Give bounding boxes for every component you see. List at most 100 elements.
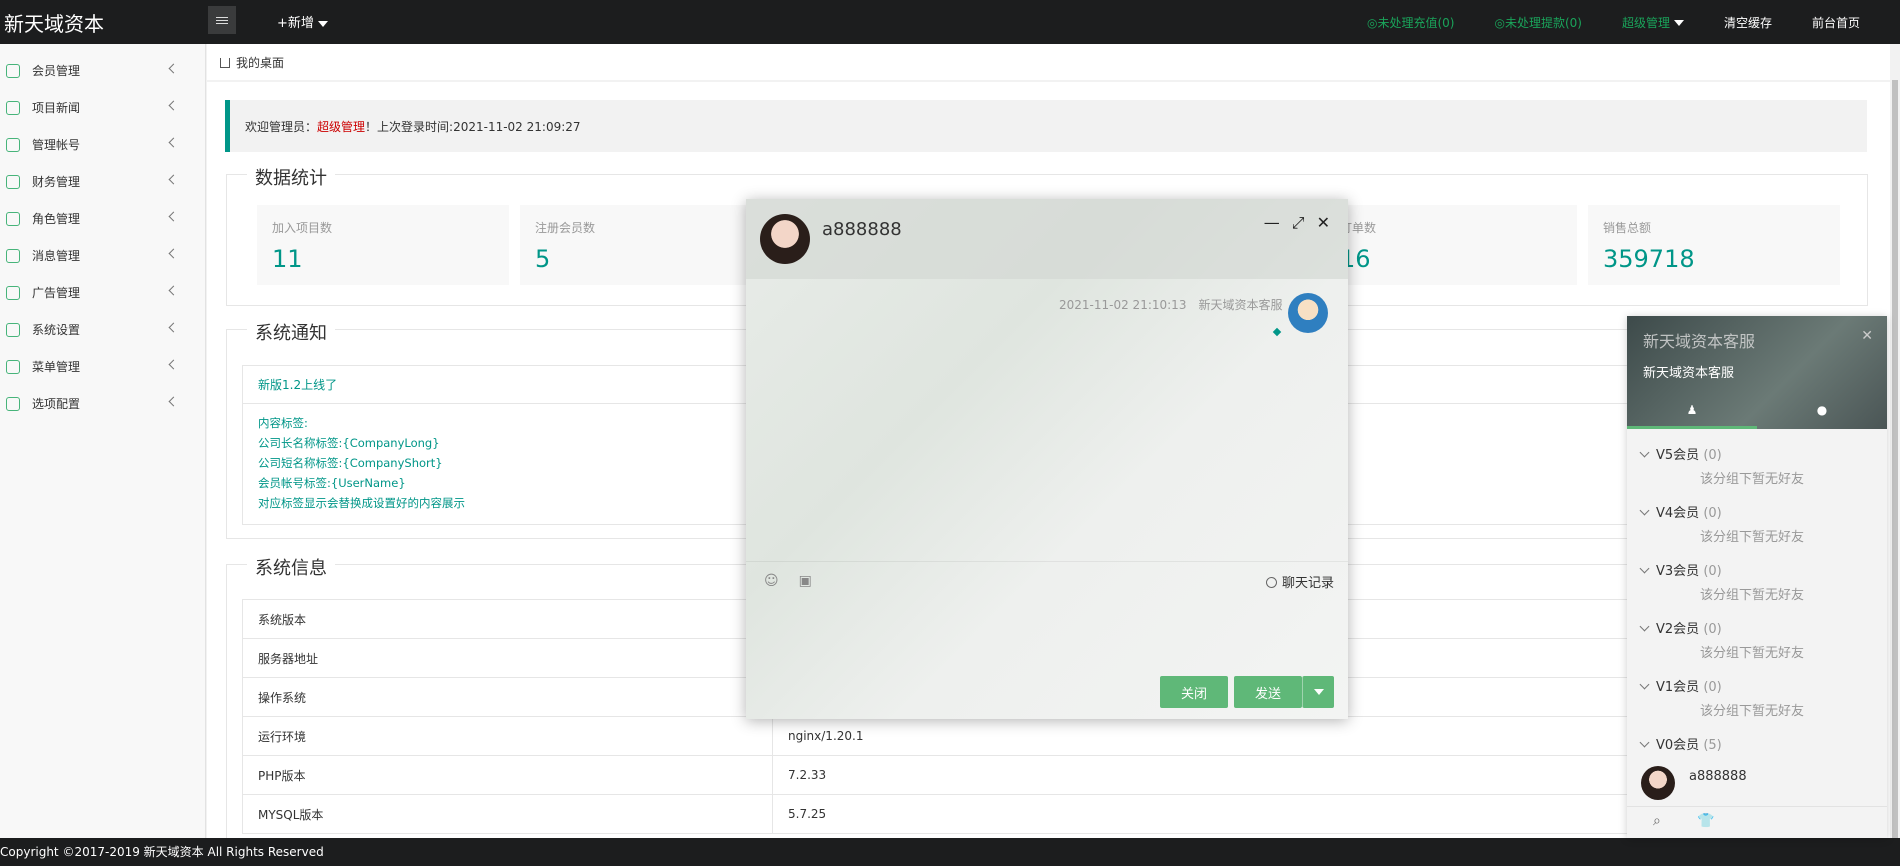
sidebar-item-label: 管理帐号 [32,138,81,152]
table-cell-key: 系统版本 [242,599,773,639]
window-controls: — ⤢ ✕ [1264,213,1330,233]
breadcrumb[interactable]: 我的桌面 [220,54,284,71]
send-button[interactable]: 发送 [1234,676,1302,708]
scrollbar-thumb[interactable] [1892,80,1898,838]
chevron-down-icon [1639,679,1650,690]
chat-history-link[interactable]: 聊天记录 [1265,572,1334,591]
sidebar-item-label: 角色管理 [32,212,81,226]
shield-icon [6,211,20,226]
divider [746,561,1348,562]
message-bubble [1272,327,1282,337]
book-icon [6,100,20,115]
sysinfo-legend: 系统信息 [247,554,335,580]
chevron-down-icon [1639,621,1650,632]
pending-withdraw-link[interactable]: ◎未处理提款(0) [1494,14,1581,31]
group-v5[interactable]: V5会员 (0) 该分组下暂无好友 [1627,444,1887,502]
sidebar-item-accounts[interactable]: 管理帐号 [0,126,205,163]
group-count: (0) [1703,680,1722,695]
group-name: V3会员 [1656,564,1700,579]
chat-toolbar: ☺ ▣ [764,573,812,589]
chat-history-label: 聊天记录 [1281,576,1334,591]
search-icon[interactable]: ⌕ [1653,813,1661,829]
minimize-icon[interactable]: — [1264,213,1280,233]
grid-icon [6,359,20,374]
frontend-home-link[interactable]: 前台首页 [1812,14,1860,31]
gear-icon [6,322,20,337]
group-v3[interactable]: V3会员 (0) 该分组下暂无好友 [1627,560,1887,618]
image-icon [6,285,20,300]
sidebar-item-options[interactable]: 选项配置 [0,385,205,422]
yen-icon [6,174,20,189]
clear-cache-link[interactable]: 清空缓存 [1724,14,1772,31]
home-icon [220,57,230,68]
friends-tab-icon[interactable]: ♟ [1682,403,1702,419]
notice-body: 内容标签: 公司长名称标签:{CompanyLong} 公司短名称标签:{Com… [258,413,465,513]
emoji-icon[interactable]: ☺ [764,573,779,589]
table-cell-key: 运行环境 [242,716,773,756]
group-name: V4会员 [1656,506,1700,521]
close-icon[interactable]: ✕ [1317,213,1330,233]
message-time: 2021-11-02 21:10:13 [1059,298,1187,312]
send-options-button[interactable] [1302,676,1334,708]
group-list: V5会员 (0) 该分组下暂无好友 V4会员 (0) 该分组下暂无好友 V3会员 (… [1627,444,1887,792]
sidebar: 会员管理 项目新闻 管理帐号 财务管理 角色管理 消息管理 广告管理 系统设置 … [0,44,206,838]
footer: Copyright ©2017-2019 新天域资本 All Rights Re… [0,838,1900,866]
sidebar-item-label: 财务管理 [32,175,81,189]
add-new-button[interactable]: +新增 [277,12,328,31]
skin-icon[interactable]: 👕 [1697,813,1714,829]
chevron-left-icon [168,285,179,296]
stat-label: 注册会员数 [535,221,596,235]
sidebar-item-news[interactable]: 项目新闻 [0,89,205,126]
sidebar-item-roles[interactable]: 角色管理 [0,200,205,237]
sidebar-item-messages[interactable]: 消息管理 [0,237,205,274]
caret-down-icon [1673,20,1684,26]
menu-toggle-button[interactable] [208,6,236,34]
sidebar-item-label: 项目新闻 [32,101,81,115]
sidebar-item-menus[interactable]: 菜单管理 [0,348,205,385]
image-icon[interactable]: ▣ [799,573,812,589]
friend-item[interactable]: a888888 [1641,766,1881,806]
panel-tabs: ♟ ● [1627,396,1887,426]
group-v4[interactable]: V4会员 (0) 该分组下暂无好友 [1627,502,1887,560]
group-name: V5会员 [1656,448,1700,463]
pending-recharge-link[interactable]: ◎未处理充值(0) [1367,14,1454,31]
top-nav: ◎未处理充值(0) ◎未处理提款(0) 超级管理 清空缓存 前台首页 [1367,0,1900,44]
tools-icon [6,396,20,411]
close-button[interactable]: 关闭 [1160,676,1228,708]
maximize-icon[interactable]: ⤢ [1292,213,1305,233]
stat-card-members: 注册会员数 5 [520,205,772,285]
brand-logo[interactable]: 新天域资本 [4,8,104,37]
hamburger-icon [216,19,228,21]
table-cell-key: MYSQL版本 [242,794,773,834]
sidebar-item-label: 会员管理 [32,64,81,78]
sidebar-item-ads[interactable]: 广告管理 [0,274,205,311]
sidebar-item-settings[interactable]: 系统设置 [0,311,205,348]
scrollbar[interactable] [1890,80,1900,838]
table-cell-key: 操作系统 [242,677,773,717]
admin-menu[interactable]: 超级管理 [1622,14,1684,31]
group-v1[interactable]: V1会员 (0) 该分组下暂无好友 [1627,676,1887,734]
active-tab-indicator [1627,426,1757,429]
sidebar-item-label: 消息管理 [32,249,81,263]
stat-card-orders: 订单数 16 [1325,205,1577,285]
stat-label: 销售总额 [1603,221,1652,235]
notice-title[interactable]: 新版1.2上线了 [258,376,337,393]
group-count: (0) [1703,506,1722,521]
breadcrumb-label: 我的桌面 [236,56,285,70]
panel-subtitle: 新天域资本客服 [1643,366,1735,381]
close-icon[interactable]: ✕ [1861,328,1873,344]
sidebar-item-finance[interactable]: 财务管理 [0,163,205,200]
sidebar-item-members[interactable]: 会员管理 [0,52,205,89]
stat-card-sales: 销售总额 359718 [1588,205,1840,285]
notice-line: 会员帐号标签:{UserName} [258,476,406,490]
chevron-left-icon [168,100,179,111]
chat-tab-icon[interactable]: ● [1812,403,1832,419]
welcome-banner: 欢迎管理员： 超级管理 ！上次登录时间:2021-11-02 21:09:27 [225,100,1867,152]
group-empty-text: 该分组下暂无好友 [1700,530,1805,545]
group-v2[interactable]: V2会员 (0) 该分组下暂无好友 [1627,618,1887,676]
chat-window[interactable]: a888888 — ⤢ ✕ 2021-11-02 21:10:13 新天域资本客服… [746,199,1348,719]
message-meta: 2021-11-02 21:10:13 新天域资本客服 [1059,296,1282,313]
top-header: 新天域资本 +新增 ◎未处理充值(0) ◎未处理提款(0) 超级管理 清空缓存 … [0,0,1900,44]
notice-line: 对应标签显示会替换成设置好的内容展示 [258,496,465,510]
chevron-down-icon [1639,505,1650,516]
